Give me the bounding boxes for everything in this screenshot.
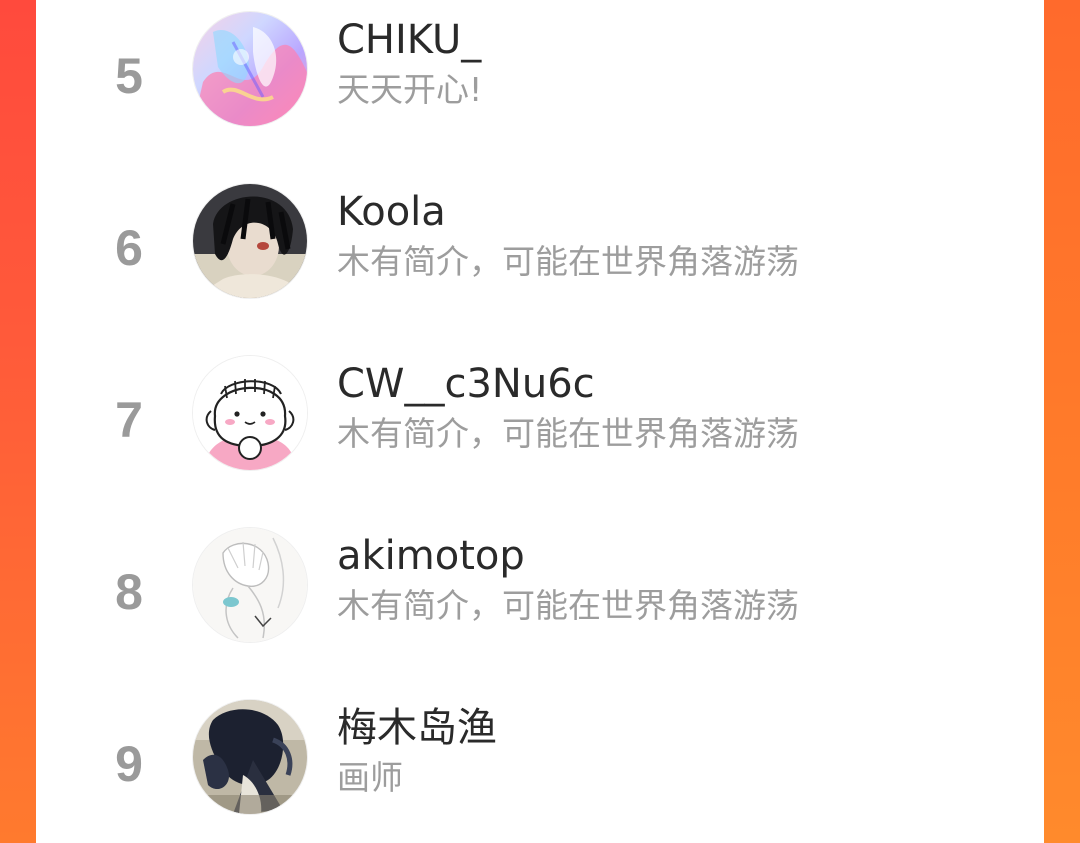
- username: Koola: [337, 189, 446, 235]
- ranking-row[interactable]: 5 CHIKU_ 天天开心!: [36, 0, 1044, 158]
- ranking-row[interactable]: 9 梅木岛渔 画师: [36, 674, 1044, 843]
- ranking-list: 5 CHIKU_ 天天开心! 6 Koola 木有简介，可能在世界角落游荡 7 …: [36, 0, 1044, 843]
- ranking-row[interactable]: 7 CW__c3Nu6c 木有简介，可能在世界角落游荡: [36, 330, 1044, 502]
- avatar-dark-hair-character-icon[interactable]: [193, 184, 307, 298]
- user-bio: 画师: [337, 758, 403, 797]
- rank-number: 7: [115, 392, 143, 448]
- user-bio: 木有简介，可能在世界角落游荡: [337, 586, 799, 625]
- ranking-card: 5 CHIKU_ 天天开心! 6 Koola 木有简介，可能在世界角落游荡 7 …: [36, 0, 1044, 843]
- username: CHIKU_: [337, 17, 482, 63]
- rank-number: 6: [115, 220, 143, 276]
- username: akimotop: [337, 533, 525, 579]
- ranking-row[interactable]: 6 Koola 木有简介，可能在世界角落游荡: [36, 158, 1044, 330]
- avatar-pastel-illustration-icon[interactable]: [193, 12, 307, 126]
- avatar-dark-painting-icon[interactable]: [193, 700, 307, 814]
- ranking-row[interactable]: 8 akimotop 木有简介，可能在世界角落游荡: [36, 502, 1044, 674]
- right-gradient-border: [1044, 0, 1080, 843]
- avatar-cute-doodle-girl-icon[interactable]: [193, 356, 307, 470]
- username: CW__c3Nu6c: [337, 361, 595, 407]
- username: 梅木岛渔: [337, 705, 497, 751]
- rank-number: 8: [115, 564, 143, 620]
- user-bio: 木有简介，可能在世界角落游荡: [337, 242, 799, 281]
- avatar-sketch-figure-icon[interactable]: [193, 528, 307, 642]
- user-bio: 木有简介，可能在世界角落游荡: [337, 414, 799, 453]
- user-bio: 天天开心!: [337, 70, 483, 109]
- rank-number: 5: [115, 48, 143, 104]
- rank-number: 9: [115, 736, 143, 792]
